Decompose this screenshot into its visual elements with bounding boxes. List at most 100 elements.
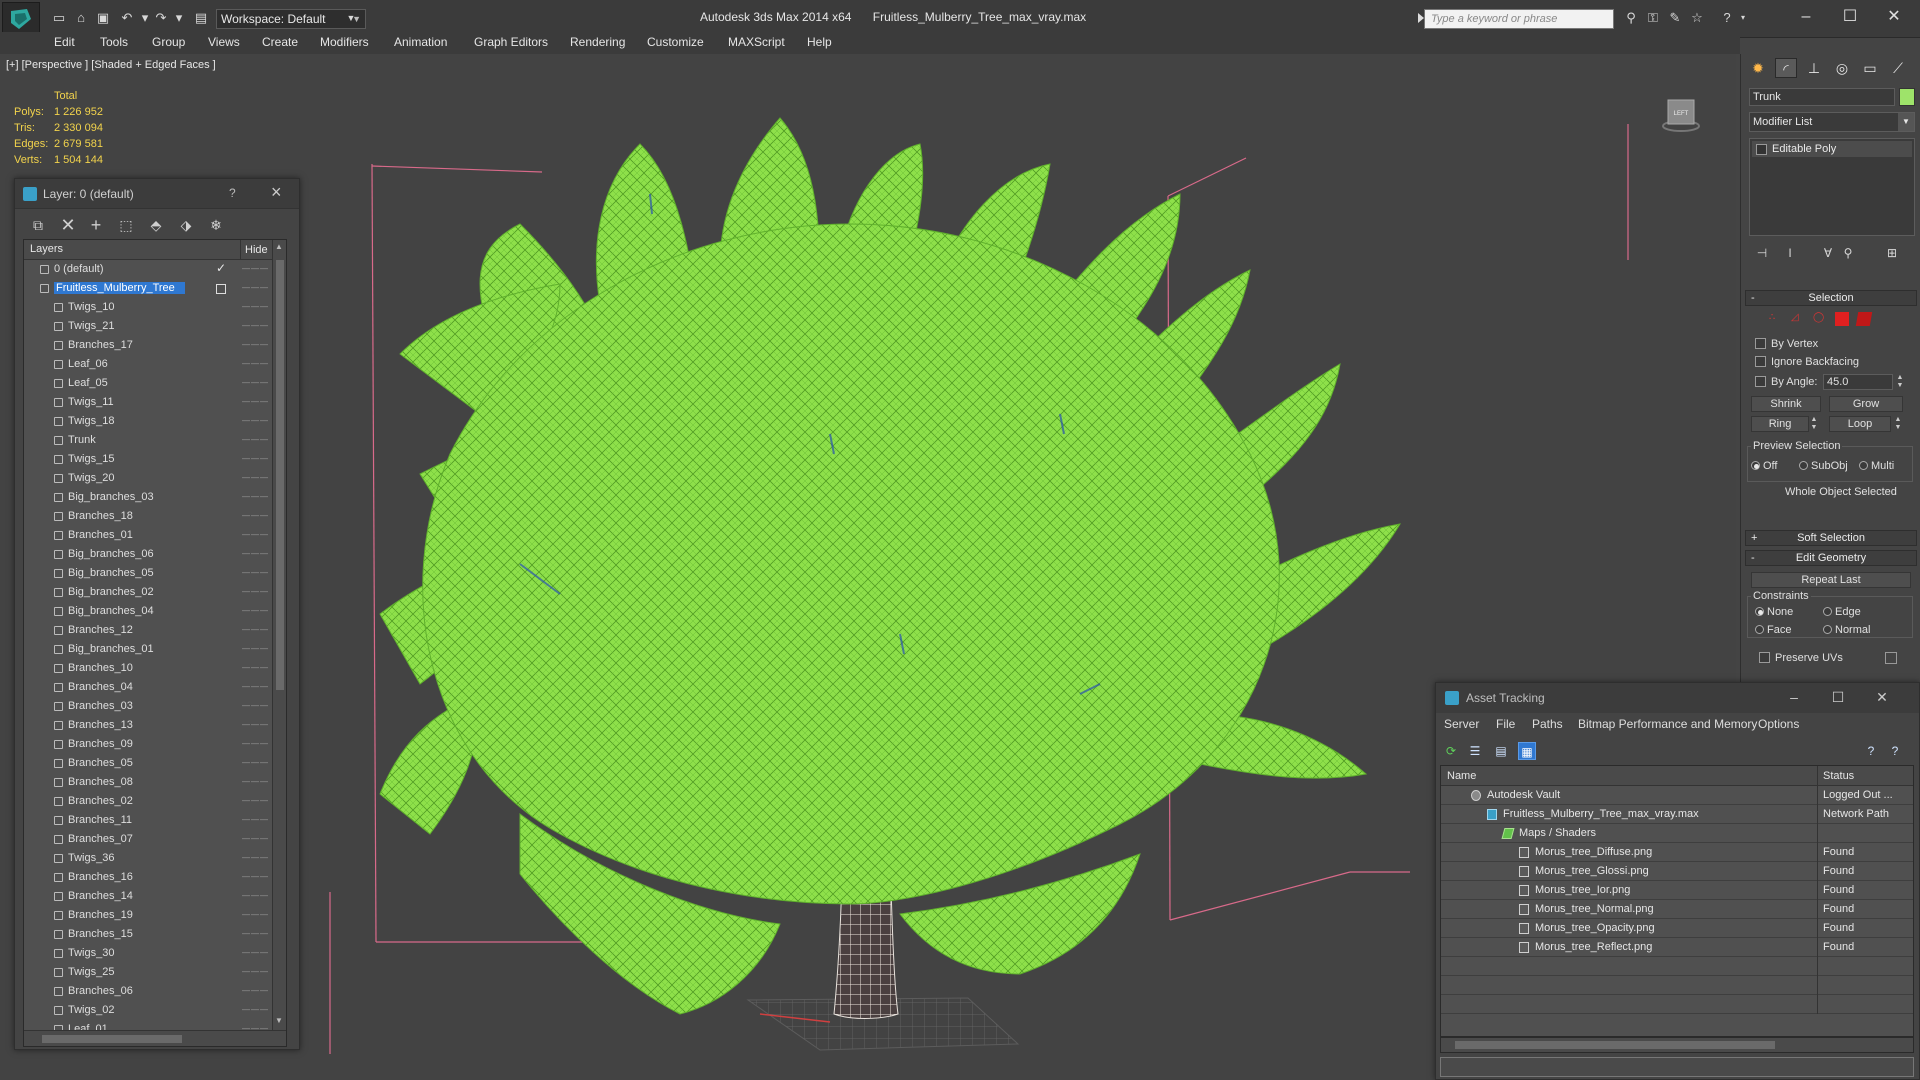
quick-access-menu-icon[interactable]: ▼: [342, 10, 360, 26]
layer-row[interactable]: Big_branches_02 ———: [24, 583, 272, 602]
scroll-down-icon[interactable]: ▼: [275, 1016, 283, 1025]
modify-tab-icon[interactable]: ◜: [1775, 58, 1797, 78]
hide-toggle[interactable]: ———: [242, 701, 269, 710]
hide-toggle[interactable]: ———: [242, 492, 269, 501]
layer-list[interactable]: Layers Hide 0 (default) ✓ ——— Fruitless_Mul…: [23, 239, 287, 1047]
hide-toggle[interactable]: ———: [242, 891, 269, 900]
layer-row[interactable]: Branches_06 ———: [24, 982, 272, 1001]
asset-row[interactable]: Fruitless_Mulberry_Tree_max_vray.max Netw…: [1441, 805, 1913, 824]
polygon-mode-icon[interactable]: [1835, 312, 1849, 326]
maximize-button[interactable]: ☐: [1838, 6, 1862, 28]
hide-toggle[interactable]: ———: [242, 606, 269, 615]
angle-spinner-icon[interactable]: ▲ ▼: [1895, 374, 1905, 390]
open-folder-icon[interactable]: ⌂: [72, 10, 90, 26]
border-mode-icon[interactable]: ◯: [1813, 312, 1827, 326]
asset-menu-paths[interactable]: Paths: [1532, 717, 1563, 731]
hide-toggle[interactable]: ———: [242, 359, 269, 368]
layer-row[interactable]: Branches_09 ———: [24, 735, 272, 754]
select-objects-icon[interactable]: ⬚: [117, 216, 135, 234]
utilities-tab-icon[interactable]: ⟋: [1887, 58, 1909, 78]
hide-toggle[interactable]: ———: [242, 264, 269, 273]
menu-create[interactable]: Create: [262, 35, 298, 49]
modifier-list-dropdown[interactable]: Modifier List ▼: [1749, 112, 1915, 132]
layer-row[interactable]: Twigs_10 ———: [24, 298, 272, 317]
modifier-stack-item[interactable]: Editable Poly: [1752, 141, 1912, 157]
layer-row[interactable]: Branches_02 ———: [24, 792, 272, 811]
loop-spinner-icon[interactable]: ▲ ▼: [1893, 416, 1903, 432]
layer-horizontal-scrollbar[interactable]: [24, 1030, 286, 1046]
menu-help[interactable]: Help: [807, 35, 832, 49]
hide-toggle[interactable]: ———: [242, 929, 269, 938]
hide-toggle[interactable]: ———: [242, 796, 269, 805]
layer-row[interactable]: Branches_11 ———: [24, 811, 272, 830]
ring-button[interactable]: Ring: [1751, 416, 1809, 432]
menu-customize[interactable]: Customize: [647, 35, 704, 49]
scroll-thumb[interactable]: [276, 260, 284, 690]
scroll-thumb[interactable]: [42, 1035, 182, 1043]
layer-row[interactable]: Big_branches_04 ———: [24, 602, 272, 621]
set-current-layer-box[interactable]: [216, 284, 226, 294]
asset-menu-options[interactable]: Options: [1758, 717, 1799, 731]
layer-row[interactable]: Twigs_36 ———: [24, 849, 272, 868]
minimize-button[interactable]: –: [1794, 6, 1818, 28]
asset-row[interactable]: Morus_tree_Reflect.png Found: [1441, 938, 1913, 957]
provider-help-icon[interactable]: ?: [1862, 742, 1880, 760]
layer-row[interactable]: Leaf_06 ———: [24, 355, 272, 374]
hide-toggle[interactable]: ———: [242, 378, 269, 387]
configure-modifier-sets-icon[interactable]: ⊞: [1883, 244, 1901, 262]
hide-toggle[interactable]: ———: [242, 568, 269, 577]
close-button[interactable]: ✕: [1882, 6, 1906, 28]
scroll-up-icon[interactable]: ▲: [275, 242, 283, 251]
selection-rollout[interactable]: - Selection: [1745, 290, 1917, 306]
preview-off-radio[interactable]: Off: [1751, 460, 1777, 476]
hide-toggle[interactable]: ———: [242, 834, 269, 843]
hide-toggle[interactable]: ———: [242, 948, 269, 957]
motion-tab-icon[interactable]: ◎: [1831, 58, 1853, 78]
menu-tools[interactable]: Tools: [100, 35, 128, 49]
save-icon[interactable]: ▣: [94, 10, 112, 26]
create-tab-sun-icon[interactable]: ✹: [1747, 58, 1769, 78]
asset-row[interactable]: Morus_tree_Glossi.png Found: [1441, 862, 1913, 881]
help-icon[interactable]: ?: [1886, 742, 1904, 760]
hide-column-header[interactable]: Hide: [240, 240, 268, 259]
constraint-none-radio[interactable]: None: [1755, 606, 1793, 622]
menu-maxscript[interactable]: MAXScript: [728, 35, 785, 49]
hide-toggle[interactable]: ———: [242, 473, 269, 482]
edit-geometry-rollout[interactable]: - Edit Geometry: [1745, 550, 1917, 566]
hide-toggle[interactable]: ———: [242, 739, 269, 748]
make-unique-icon[interactable]: ∀: [1819, 244, 1837, 262]
layer-row[interactable]: Branches_18 ———: [24, 507, 272, 526]
close-icon[interactable]: ×: [271, 182, 282, 203]
ring-spinner-icon[interactable]: ▲ ▼: [1809, 416, 1819, 432]
hide-toggle[interactable]: ———: [242, 815, 269, 824]
constraint-edge-radio[interactable]: Edge: [1823, 606, 1861, 622]
layer-row[interactable]: Branches_14 ———: [24, 887, 272, 906]
subscription-icon[interactable]: ⚿: [1644, 10, 1662, 26]
menu-rendering[interactable]: Rendering: [570, 35, 625, 49]
loop-button[interactable]: Loop: [1829, 416, 1891, 432]
binoculars-icon[interactable]: ⚲: [1622, 10, 1640, 26]
hide-toggle[interactable]: ———: [242, 720, 269, 729]
layer-row[interactable]: Branches_19 ———: [24, 906, 272, 925]
hide-toggle[interactable]: ———: [242, 454, 269, 463]
asset-row[interactable]: Morus_tree_Opacity.png Found: [1441, 919, 1913, 938]
hide-toggle[interactable]: ———: [242, 587, 269, 596]
layer-row[interactable]: Branches_12 ———: [24, 621, 272, 640]
create-layer-icon[interactable]: ⧉: [29, 216, 47, 234]
repeat-last-button[interactable]: Repeat Last: [1751, 572, 1911, 588]
constraint-normal-radio[interactable]: Normal: [1823, 624, 1870, 640]
layer-row[interactable]: Twigs_30 ———: [24, 944, 272, 963]
hide-toggle[interactable]: ———: [242, 283, 269, 292]
hide-toggle[interactable]: ———: [242, 416, 269, 425]
layer-row[interactable]: Leaf_01 ———: [24, 1020, 272, 1030]
constraint-face-radio[interactable]: Face: [1755, 624, 1791, 640]
help-icon[interactable]: ?: [229, 186, 236, 200]
layer-row[interactable]: Twigs_11 ———: [24, 393, 272, 412]
hide-toggle[interactable]: ———: [242, 644, 269, 653]
redo-dropdown-icon[interactable]: ▾: [170, 10, 188, 26]
layer-row[interactable]: Branches_04 ———: [24, 678, 272, 697]
hide-toggle[interactable]: ———: [242, 302, 269, 311]
menu-edit[interactable]: Edit: [54, 35, 75, 49]
freeze-all-layers-icon[interactable]: ❄: [207, 216, 225, 234]
hide-all-layers-icon[interactable]: ⬗: [177, 216, 195, 234]
